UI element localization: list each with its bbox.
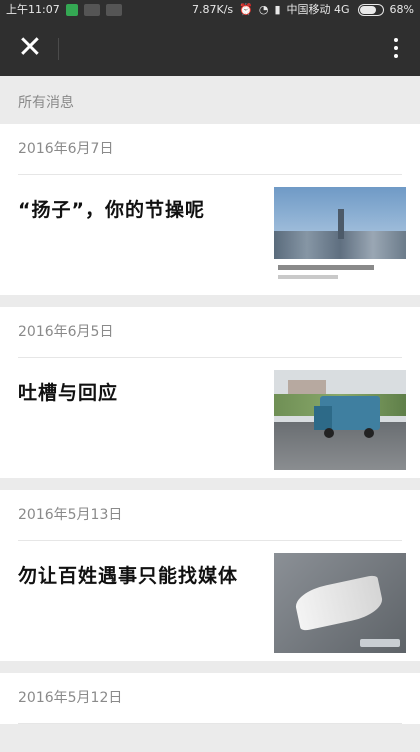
status-bar: 上午11:07 7.87K/s ⏰ ◔ ▮ 中国移动 4G 68% bbox=[0, 0, 420, 20]
status-right: 7.87K/s ⏰ ◔ ▮ 中国移动 4G 68% bbox=[192, 0, 414, 20]
article-card[interactable]: 2016年6月7日 “扬子”，你的节操呢 bbox=[0, 124, 420, 295]
article-card[interactable]: 2016年5月13日 勿让百姓遇事只能找媒体 bbox=[0, 490, 420, 661]
battery-percent: 68% bbox=[389, 3, 414, 16]
signal-icon: ▮ bbox=[274, 3, 281, 16]
article-body[interactable]: 勿让百姓遇事只能找媒体 bbox=[0, 541, 420, 661]
more-vertical-icon bbox=[394, 46, 398, 50]
more-vertical-icon bbox=[394, 54, 398, 58]
thumbnail-wheel bbox=[364, 428, 374, 438]
title-divider bbox=[58, 38, 59, 60]
close-button[interactable]: ✕ bbox=[10, 28, 50, 68]
article-thumbnail[interactable] bbox=[274, 553, 406, 653]
message-list: 所有消息 2016年6月7日 “扬子”，你的节操呢 2016年6月5日 吐槽与回… bbox=[0, 76, 420, 724]
article-thumbnail[interactable] bbox=[274, 370, 406, 470]
article-card[interactable]: 2016年6月5日 吐槽与回应 bbox=[0, 307, 420, 478]
thumbnail-tower bbox=[338, 209, 344, 239]
article-title[interactable]: 勿让百姓遇事只能找媒体 bbox=[18, 561, 248, 588]
article-date: 2016年6月7日 bbox=[18, 124, 402, 175]
notification-icon bbox=[105, 4, 122, 16]
card-gap bbox=[0, 295, 420, 307]
alarm-icon: ⏰ bbox=[239, 3, 253, 16]
thumbnail-truck-cab bbox=[314, 406, 332, 430]
article-title[interactable]: 吐槽与回应 bbox=[18, 378, 248, 405]
card-gap bbox=[0, 478, 420, 490]
article-body[interactable]: 吐槽与回应 bbox=[0, 358, 420, 478]
app-notification-icon bbox=[65, 4, 78, 16]
notification-icon bbox=[83, 4, 100, 16]
battery-level bbox=[359, 6, 376, 14]
carrier-name: 中国移动 4G bbox=[286, 3, 350, 16]
article-date: 2016年5月13日 bbox=[18, 490, 402, 541]
close-icon: ✕ bbox=[17, 30, 43, 65]
more-menu-button[interactable] bbox=[386, 28, 406, 68]
article-body[interactable]: “扬子”，你的节操呢 bbox=[0, 175, 420, 295]
article-date: 2016年5月12日 bbox=[18, 673, 402, 724]
thumbnail-caption bbox=[274, 259, 406, 287]
more-vertical-icon bbox=[394, 38, 398, 42]
network-speed: 7.87K/s bbox=[191, 3, 234, 16]
article-thumbnail[interactable] bbox=[274, 187, 406, 287]
thumbnail-watermark bbox=[360, 639, 400, 647]
card-gap bbox=[0, 661, 420, 673]
status-left: 上午11:07 bbox=[6, 0, 122, 20]
status-time: 上午11:07 bbox=[6, 3, 60, 16]
article-date: 2016年6月5日 bbox=[18, 307, 402, 358]
thumbnail-caption-line bbox=[278, 275, 338, 279]
article-title[interactable]: “扬子”，你的节操呢 bbox=[18, 195, 248, 222]
thumbnail-caption-line bbox=[278, 265, 374, 270]
title-bar: ✕ bbox=[0, 20, 420, 76]
wifi-icon: ◔ bbox=[258, 3, 269, 16]
section-label: 所有消息 bbox=[0, 76, 420, 124]
battery-icon bbox=[357, 4, 384, 16]
thumbnail-wheel bbox=[324, 428, 334, 438]
article-card[interactable]: 2016年5月12日 bbox=[0, 673, 420, 724]
